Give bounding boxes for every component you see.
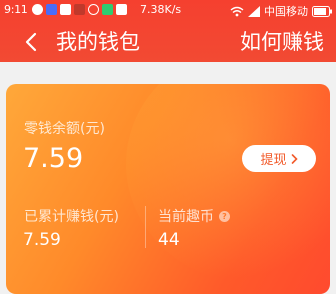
coins-value: 44 xyxy=(158,230,180,250)
net-speed: 7.38K/s xyxy=(140,3,182,16)
wifi-icon xyxy=(230,6,244,16)
withdraw-label: 提现 xyxy=(260,153,287,168)
earned-label: 已累计赚钱(元) xyxy=(24,209,119,225)
navigation-bar: 我的钱包 如何赚钱 xyxy=(0,22,336,62)
game-icon xyxy=(74,4,85,15)
status-right-group: 中国移动 xyxy=(230,3,332,19)
carrier-name: 中国移动 xyxy=(264,5,308,18)
chat-icon xyxy=(88,4,99,15)
withdraw-button[interactable]: 提现 xyxy=(242,145,316,172)
coins-label-group: 当前趣币 ? xyxy=(158,206,230,226)
shield-icon xyxy=(60,4,71,15)
question-icon[interactable]: ? xyxy=(219,210,230,222)
status-time: 9:11 xyxy=(4,3,28,16)
status-bar: 9:11 7.38K/s 中国移动 xyxy=(0,0,336,20)
earned-value: 7.59 xyxy=(23,230,61,250)
app-icon xyxy=(46,4,57,15)
balance-label: 零钱余额(元) xyxy=(24,121,105,137)
video-icon xyxy=(116,4,127,15)
card-decoration xyxy=(126,84,330,284)
how-to-earn-link[interactable]: 如何赚钱 xyxy=(240,28,324,56)
chevron-left-icon xyxy=(25,32,37,52)
battery-icon xyxy=(312,5,332,17)
top-bar: 9:11 7.38K/s 中国移动 我的钱包 如何赚钱 xyxy=(0,0,336,62)
wallet-card: 零钱余额(元) 7.59 提现 已累计赚钱(元) 7.59 当前趣币 ? 44 xyxy=(6,84,330,294)
status-notification-icons xyxy=(32,4,127,15)
stats-divider xyxy=(145,206,146,248)
signal-icon xyxy=(248,5,260,17)
coins-label: 当前趣币 xyxy=(158,209,214,225)
balance-value: 7.59 xyxy=(23,143,84,174)
chevron-right-icon xyxy=(291,153,298,164)
page-title: 我的钱包 xyxy=(56,30,140,54)
back-button[interactable] xyxy=(18,28,44,56)
location-icon xyxy=(32,4,43,15)
download-icon xyxy=(102,4,113,15)
